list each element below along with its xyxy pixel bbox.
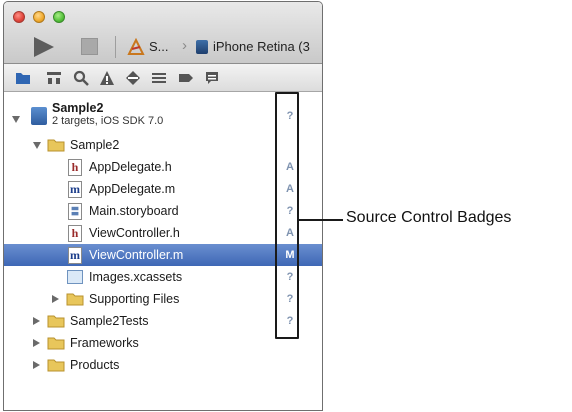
item-label: AppDelegate.m [89,182,176,196]
tag-icon[interactable] [178,70,194,86]
hierarchy-icon[interactable] [46,70,62,86]
stop-button[interactable] [81,38,98,55]
project-icon [31,107,47,125]
item-label: Products [70,358,120,372]
item-label: Sample2 [70,138,120,152]
project-name[interactable]: Sample2 [52,101,103,115]
run-button[interactable] [34,37,54,57]
list-item[interactable]: Products [4,354,322,376]
diamond-icon[interactable] [125,70,141,86]
folder-icon [66,293,84,306]
disclosure-open-icon[interactable] [33,142,41,149]
device-icon [196,40,208,54]
badge-highlight-box [275,92,299,339]
callout-label: Source Control Badges [346,209,512,226]
callout-line [299,219,343,221]
item-label: Main.storyboard [89,204,179,218]
implementation-file-icon: m [68,247,82,264]
item-label: Sample2Tests [70,314,149,328]
search-icon[interactable] [73,70,89,86]
warning-icon[interactable] [99,70,115,86]
item-label: AppDelegate.h [89,160,172,174]
folder-icon[interactable] [15,70,31,86]
item-label: Images.xcassets [89,270,183,284]
disclosure-closed-icon[interactable] [33,361,40,369]
close-window-button[interactable] [13,11,25,23]
disclosure-closed-icon[interactable] [33,339,40,347]
storyboard-icon [68,203,82,220]
disclosure-closed-icon[interactable] [52,295,59,303]
list-icon[interactable] [151,70,167,86]
header-file-icon: h [68,159,82,176]
comment-icon[interactable] [204,70,220,86]
scheme-selector[interactable]: S... [149,39,169,54]
scheme-icon[interactable] [127,38,147,56]
device-selector[interactable]: iPhone Retina (3 [213,39,310,54]
item-label: ViewController.m [89,248,184,262]
minimize-window-button[interactable] [33,11,45,23]
disclosure-closed-icon[interactable] [33,317,40,325]
chevron-right-icon: › [182,37,187,54]
folder-icon [47,337,65,350]
toolbar: S... › iPhone Retina (3 [4,2,322,64]
item-label: Supporting Files [89,292,180,306]
toolbar-divider [115,36,116,58]
zoom-window-button[interactable] [53,11,65,23]
folder-icon [47,139,65,152]
navigator-selector-bar [4,64,322,92]
asset-catalog-icon [67,270,83,284]
folder-icon [47,359,65,372]
implementation-file-icon: m [68,181,82,198]
item-label: ViewController.h [89,226,180,240]
project-subtitle: 2 targets, iOS SDK 7.0 [52,115,164,127]
disclosure-open-icon[interactable] [12,116,20,123]
folder-icon [47,315,65,328]
header-file-icon: h [68,225,82,242]
item-label: Frameworks [70,336,139,350]
